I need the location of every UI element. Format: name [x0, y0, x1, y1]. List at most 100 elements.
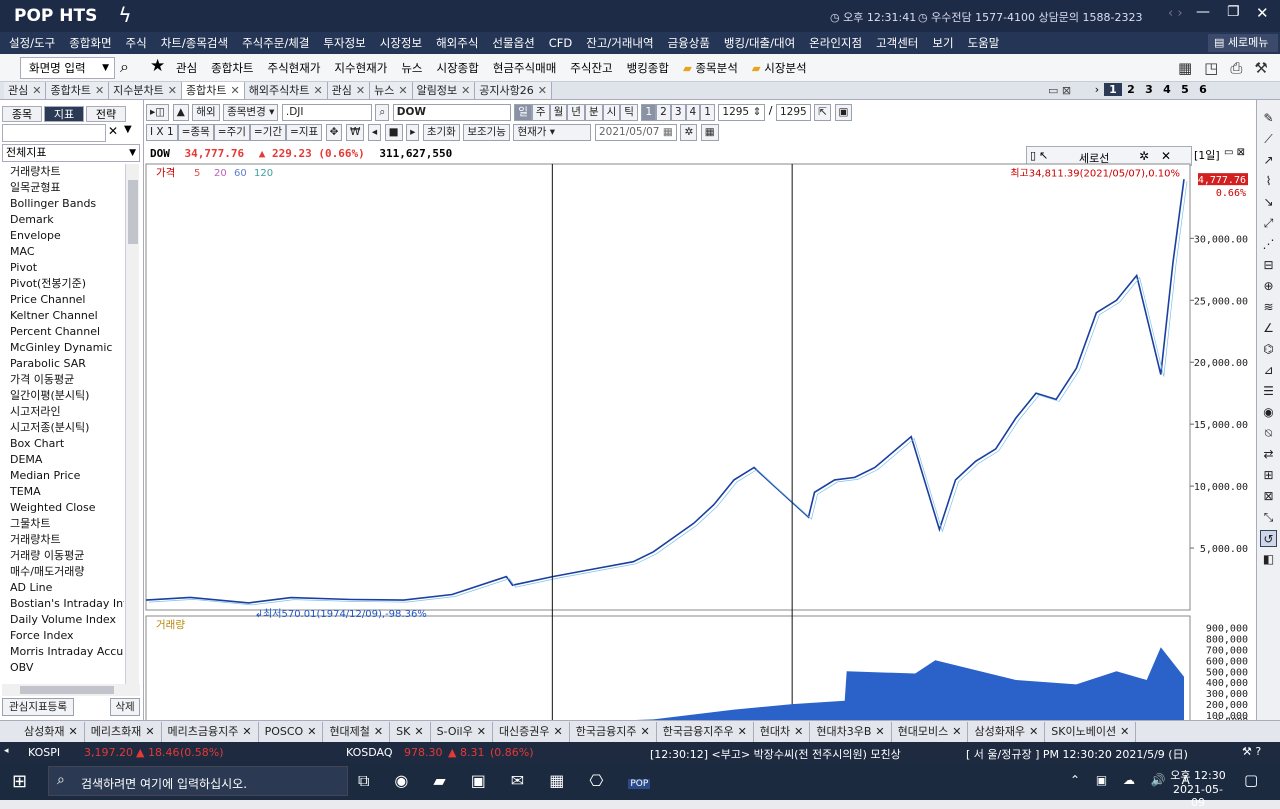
indicator-item[interactable]: AD Line — [2, 580, 124, 596]
screen-tab[interactable]: 관심 ✕ — [327, 82, 371, 99]
screen-tab[interactable]: 해외주식차트 ✕ — [244, 82, 328, 99]
indicator-item[interactable]: Morris Intraday Accumu — [2, 644, 124, 660]
indicator-item[interactable]: DEMA — [2, 452, 124, 468]
period-button[interactable]: 년 — [567, 104, 585, 121]
drawing-tool-icon[interactable]: ⊞ — [1260, 467, 1277, 484]
screen-tab[interactable]: 뉴스 ✕ — [370, 82, 413, 99]
tab-close-icon[interactable]: ✕ — [307, 725, 316, 738]
tab-close-icon[interactable]: ✕ — [875, 725, 884, 738]
init-button[interactable]: 초기화 — [422, 124, 460, 141]
tab-close-icon[interactable]: ✕ — [554, 725, 563, 738]
menu-item[interactable]: 선물옵션 — [485, 32, 541, 54]
stock-tab[interactable]: SK ✕ — [390, 722, 431, 742]
drawing-tool-icon[interactable]: ☰ — [1260, 383, 1277, 400]
indicator-item[interactable]: Percent Channel — [2, 324, 124, 340]
delete-button[interactable]: 삭제 — [110, 698, 140, 716]
page-number[interactable]: 4 — [1158, 83, 1176, 96]
indicator-item[interactable]: 거래량 이동평균 — [2, 548, 124, 564]
chart-option-button[interactable]: =지표 — [286, 124, 323, 141]
chart-option-button[interactable]: I X 1 — [146, 124, 178, 141]
tab-close-icon[interactable]: ✕ — [477, 725, 486, 738]
prev-icon[interactable]: ◂ — [367, 124, 382, 141]
stock-tab[interactable]: S-Oil우 ✕ — [431, 722, 493, 742]
stock-tab[interactable]: 메리츠화재 ✕ — [85, 722, 162, 742]
nav-arrows-icon[interactable]: ‹ › — [1168, 6, 1183, 21]
indicator-item[interactable]: 그물차트 — [2, 516, 124, 532]
indicator-item[interactable]: 시고저라인 — [2, 404, 124, 420]
interval-button[interactable]: 1 — [641, 104, 657, 121]
register-indicator-button[interactable]: 관심지표등록 — [2, 698, 74, 716]
page-number[interactable]: 2 — [1122, 83, 1140, 96]
vertical-menu-button[interactable]: ▤ 세로메뉴 — [1208, 34, 1278, 52]
chart-option-button[interactable]: =종목 — [177, 124, 214, 141]
code-input[interactable]: .DJI — [281, 104, 372, 121]
menu-item[interactable]: 금융상품 — [661, 32, 717, 54]
tab-close-icon[interactable]: ✕ — [168, 84, 177, 97]
mode-icon[interactable]: ▸◫ — [146, 104, 170, 121]
grid-icon[interactable]: ▦ — [700, 124, 719, 141]
save-icon[interactable]: ▣ — [834, 104, 853, 121]
drawing-tool-icon[interactable]: ⇄ — [1260, 446, 1277, 463]
drawing-tool-icon[interactable]: ≋ — [1260, 299, 1277, 316]
screen-tab[interactable]: 지수분차트 ✕ — [109, 82, 182, 99]
menu-item[interactable]: 보기 — [925, 32, 960, 54]
tab-close-icon[interactable]: ✕ — [95, 84, 104, 97]
screen-tab[interactable]: 종합차트 ✕ — [46, 82, 110, 99]
page-number[interactable]: 6 — [1194, 83, 1212, 96]
taskbar-apps[interactable]: ⧉◉▰▣✉▦⎔ POP — [358, 771, 651, 791]
toolbar-item[interactable]: 시장종합 — [436, 61, 478, 75]
toolbar-item[interactable]: ▰ 종목분석 — [683, 61, 738, 75]
drawing-tool-icon[interactable]: ⊿ — [1260, 362, 1277, 379]
drawing-tool-icon[interactable]: ↘ — [1260, 194, 1277, 211]
indicator-item[interactable]: Envelope — [2, 228, 124, 244]
indicator-item[interactable]: Daily Volume Index — [2, 612, 124, 628]
toolbar-item[interactable]: 지수현재가 — [334, 61, 387, 75]
news-ticker[interactable]: [12:30:12] <부고> 박장수씨(전 전주시의원) 모친상 — [650, 746, 901, 762]
indicator-item[interactable]: 일목균형표 — [2, 180, 124, 196]
drawing-tool-icon[interactable]: ◧ — [1260, 551, 1277, 568]
drawing-tool-icon[interactable]: ↗ — [1260, 152, 1277, 169]
indicator-item[interactable]: Box Chart — [2, 436, 124, 452]
toolbar-item[interactable]: 종합차트 — [211, 61, 253, 75]
tools-icon[interactable]: ⚒ ? — [1242, 745, 1261, 758]
period-button[interactable]: 월 — [549, 104, 568, 121]
menu-item[interactable]: CFD — [542, 32, 580, 54]
page-number[interactable]: 5 — [1176, 83, 1194, 96]
menu-item[interactable]: 온라인지점 — [802, 32, 869, 54]
tab-close-icon[interactable]: ✕ — [794, 725, 803, 738]
stop-icon[interactable]: ■ — [384, 124, 403, 141]
tab-close-icon[interactable]: ✕ — [398, 84, 407, 97]
indicator-item[interactable]: 거래량차트 — [2, 164, 124, 180]
period-button[interactable]: 주 — [531, 104, 550, 121]
stock-tab[interactable]: 현대차 ✕ — [754, 722, 811, 742]
indicator-item[interactable]: 거래량차트 — [2, 532, 124, 548]
tab-close-icon[interactable]: ✕ — [414, 725, 423, 738]
page-number[interactable]: 3 — [1140, 83, 1158, 96]
stock-tab[interactable]: 대신증권우 ✕ — [493, 722, 570, 742]
indicator-item[interactable]: Bostian's Intraday Intens — [2, 596, 124, 612]
tab-close-icon[interactable]: ✕ — [356, 84, 365, 97]
clear-icon[interactable]: ✕ — [108, 124, 118, 138]
toolbar-item[interactable]: 현금주식매매 — [493, 61, 556, 75]
count-input[interactable]: 1295 ⇕ — [718, 104, 766, 121]
tab-close-icon[interactable]: ✕ — [32, 84, 41, 97]
search-icon[interactable]: ⌕ — [375, 104, 390, 121]
tab-close-icon[interactable]: ✕ — [374, 725, 383, 738]
close-button[interactable]: ✕ — [1256, 4, 1269, 22]
taskbar-clock[interactable]: 오후 12:30 2021-05-09 — [1168, 767, 1228, 809]
stock-tab[interactable]: 현대모비스 ✕ — [892, 722, 969, 742]
drawing-tool-icon[interactable]: ◉ — [1260, 404, 1277, 421]
toolbar-item[interactable]: 뱅킹종합 — [627, 61, 669, 75]
indicator-item[interactable]: 가격 이동평균 — [2, 372, 124, 388]
indicator-category-select[interactable]: 전체지표 ▼ — [2, 144, 140, 162]
tab-close-icon[interactable]: ✕ — [461, 84, 470, 97]
menu-item[interactable]: 시장정보 — [373, 32, 429, 54]
menu-item[interactable]: 주식주문/체결 — [235, 32, 316, 54]
chart-option-button[interactable]: =주기 — [213, 124, 250, 141]
search-icon[interactable]: ⌕ — [120, 57, 129, 77]
stock-change-select[interactable]: 종목변경 ▾ — [223, 104, 279, 121]
drawing-tool-icon[interactable]: ⊟ — [1260, 257, 1277, 274]
screen-tab[interactable]: 공지사항26 ✕ — [475, 82, 552, 99]
minimize-button[interactable]: — — [1196, 4, 1210, 20]
tab-close-icon[interactable]: ✕ — [738, 725, 747, 738]
